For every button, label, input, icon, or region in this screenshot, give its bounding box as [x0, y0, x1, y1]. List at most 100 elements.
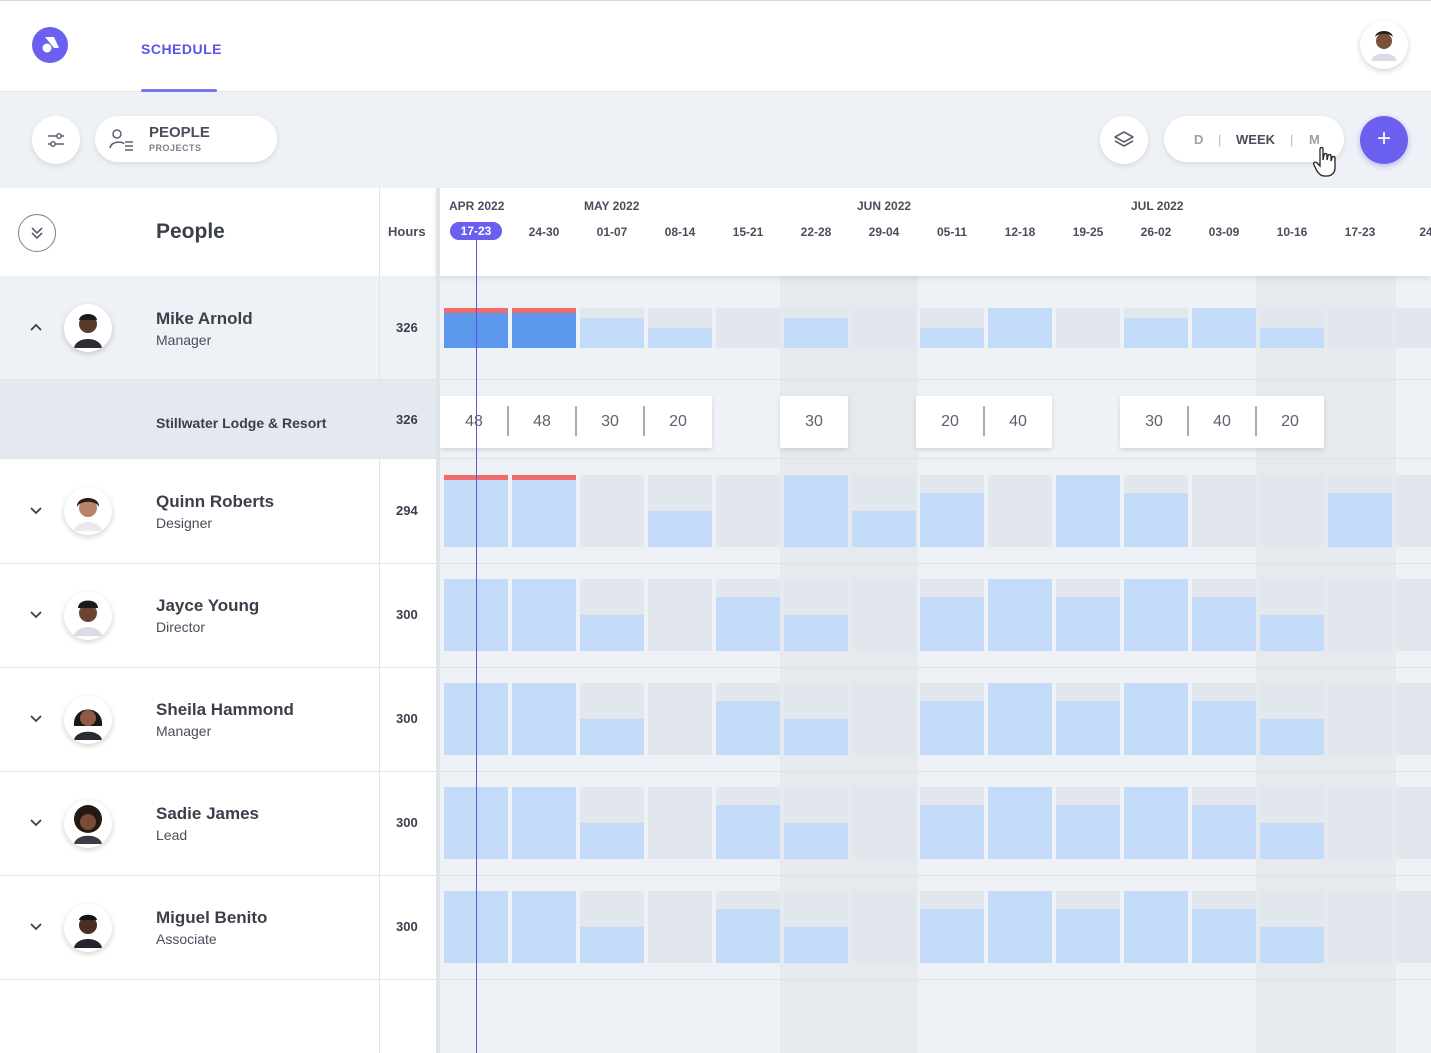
week-load-cell[interactable]	[1056, 891, 1120, 963]
week-label[interactable]: 10-16	[1266, 225, 1318, 239]
week-load-cell[interactable]	[580, 787, 644, 859]
week-label[interactable]: 17-23	[1334, 225, 1386, 239]
week-load-cell[interactable]	[580, 683, 644, 755]
week-load-cell[interactable]	[512, 683, 576, 755]
week-label[interactable]: 22-28	[790, 225, 842, 239]
week-load-cell[interactable]	[1396, 579, 1431, 651]
week-load-cell[interactable]	[784, 787, 848, 859]
week-label[interactable]: 08-14	[654, 225, 706, 239]
person-row[interactable]: Jayce Young Director 300	[0, 564, 436, 668]
nav-tab-schedule[interactable]: SCHEDULE	[141, 41, 222, 57]
week-load-cell[interactable]	[512, 475, 576, 547]
week-load-cell[interactable]	[648, 891, 712, 963]
week-load-cell[interactable]	[1056, 475, 1120, 547]
week-load-cell[interactable]	[512, 891, 576, 963]
week-load-cell[interactable]	[1260, 579, 1324, 651]
week-label[interactable]: 19-25	[1062, 225, 1114, 239]
week-load-cell[interactable]	[1192, 579, 1256, 651]
week-load-cell[interactable]	[1260, 308, 1324, 348]
week-load-cell[interactable]	[1124, 475, 1188, 547]
week-label[interactable]: 15-21	[722, 225, 774, 239]
collapse-all-button[interactable]	[18, 214, 56, 252]
week-label[interactable]: 26-02	[1130, 225, 1182, 239]
week-load-cell[interactable]	[1260, 891, 1324, 963]
person-row[interactable]: Sadie James Lead 300	[0, 772, 436, 876]
week-load-cell[interactable]	[716, 308, 780, 348]
week-load-cell[interactable]	[1056, 579, 1120, 651]
week-load-cell[interactable]	[852, 308, 916, 348]
week-load-cell[interactable]	[512, 308, 576, 348]
week-load-cell[interactable]	[1192, 475, 1256, 547]
week-load-cell[interactable]	[716, 683, 780, 755]
week-label[interactable]: 01-07	[586, 225, 638, 239]
week-load-cell[interactable]	[1260, 683, 1324, 755]
week-load-cell[interactable]	[580, 475, 644, 547]
week-load-cell[interactable]	[1328, 579, 1392, 651]
week-load-cell[interactable]	[920, 475, 984, 547]
week-load-cell[interactable]	[920, 787, 984, 859]
filter-button[interactable]	[32, 116, 80, 164]
week-load-cell[interactable]	[1056, 787, 1120, 859]
person-row[interactable]: Mike Arnold Manager 326	[0, 276, 436, 380]
week-load-cell[interactable]	[920, 579, 984, 651]
chevron-down-icon[interactable]	[27, 920, 45, 934]
chevron-down-icon[interactable]	[27, 816, 45, 830]
current-week-label[interactable]: 17-23	[450, 222, 502, 240]
week-load-cell[interactable]	[1056, 308, 1120, 348]
week-load-cell[interactable]	[716, 891, 780, 963]
project-row[interactable]: Stillwater Lodge & Resort 326	[0, 380, 436, 459]
week-load-cell[interactable]	[784, 475, 848, 547]
week-load-cell[interactable]	[648, 579, 712, 651]
range-week-button[interactable]: WEEK	[1236, 132, 1275, 147]
week-load-cell[interactable]	[1328, 891, 1392, 963]
week-load-cell[interactable]	[988, 683, 1052, 755]
week-load-cell[interactable]	[580, 308, 644, 348]
week-label[interactable]: 03-09	[1198, 225, 1250, 239]
week-load-cell[interactable]	[1192, 891, 1256, 963]
week-label[interactable]: 24-	[1402, 225, 1431, 239]
person-row[interactable]: Sheila Hammond Manager 300	[0, 668, 436, 772]
week-load-cell[interactable]	[1192, 308, 1256, 348]
person-row[interactable]: Miguel Benito Associate 300	[0, 876, 436, 980]
add-button[interactable]: +	[1360, 116, 1408, 164]
week-load-cell[interactable]	[1124, 308, 1188, 348]
week-load-cell[interactable]	[920, 891, 984, 963]
week-load-cell[interactable]	[512, 579, 576, 651]
week-label[interactable]: 24-30	[518, 225, 570, 239]
week-load-cell[interactable]	[988, 475, 1052, 547]
week-load-cell[interactable]	[852, 475, 916, 547]
week-load-cell[interactable]	[1124, 891, 1188, 963]
week-label[interactable]: 29-04	[858, 225, 910, 239]
week-load-cell[interactable]	[648, 787, 712, 859]
layers-button[interactable]	[1100, 116, 1148, 164]
week-load-cell[interactable]	[920, 308, 984, 348]
week-load-cell[interactable]	[648, 475, 712, 547]
week-load-cell[interactable]	[580, 579, 644, 651]
week-load-cell[interactable]	[784, 308, 848, 348]
panel-divider[interactable]	[436, 188, 440, 1053]
week-load-cell[interactable]	[852, 787, 916, 859]
app-logo-icon[interactable]	[32, 27, 68, 63]
week-load-cell[interactable]	[648, 683, 712, 755]
chevron-down-icon[interactable]	[27, 608, 45, 622]
week-load-cell[interactable]	[1192, 683, 1256, 755]
project-allocation[interactable]: 48 48 30 20	[440, 396, 712, 448]
week-label[interactable]: 12-18	[994, 225, 1046, 239]
week-load-cell[interactable]	[580, 891, 644, 963]
week-load-cell[interactable]	[1328, 787, 1392, 859]
week-load-cell[interactable]	[784, 683, 848, 755]
project-allocation[interactable]: 30 40 20	[1120, 396, 1324, 448]
week-load-cell[interactable]	[920, 683, 984, 755]
range-day-button[interactable]: D	[1194, 132, 1203, 147]
week-load-cell[interactable]	[1192, 787, 1256, 859]
week-load-cell[interactable]	[1124, 579, 1188, 651]
week-load-cell[interactable]	[1396, 308, 1431, 348]
week-load-cell[interactable]	[784, 579, 848, 651]
week-load-cell[interactable]	[988, 787, 1052, 859]
person-row[interactable]: Quinn Roberts Designer 294	[0, 459, 436, 564]
chevron-up-icon[interactable]	[27, 320, 45, 334]
week-load-cell[interactable]	[1056, 683, 1120, 755]
range-month-button[interactable]: M	[1309, 132, 1320, 147]
week-load-cell[interactable]	[852, 683, 916, 755]
week-load-cell[interactable]	[988, 891, 1052, 963]
